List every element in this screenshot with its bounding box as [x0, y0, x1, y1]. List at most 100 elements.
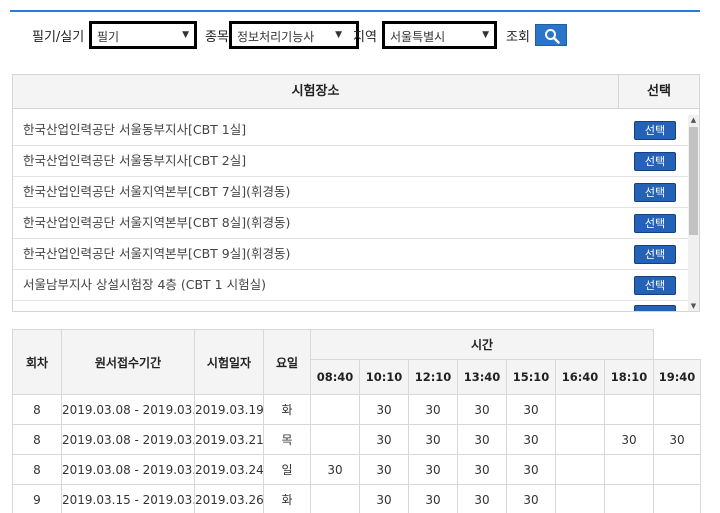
select-place-button[interactable]: 선택	[634, 152, 676, 171]
place-row: 서울남부지사 상설시험장 4층 (CBT 1 시험실) 선택	[13, 270, 689, 301]
exam-schedule-table: 회차 원서접수기간 시험일자 요일 시간 08:40 10:10 12:10 1…	[12, 329, 702, 513]
search-label: 조회	[506, 30, 530, 45]
place-row: 한국산업인력공단 서울동부지사[CBT 2실] 선택	[13, 146, 689, 177]
slot-cell	[310, 424, 360, 455]
search-button[interactable]	[535, 24, 567, 46]
place-row: 한국산업인력공단 서울동부지사[CBT 1실] 선택	[13, 115, 689, 146]
schedule-row: 9 2019.03.15 - 2019.03.19 2019.03.26 화 3…	[12, 484, 702, 513]
slot-cell: 30	[506, 394, 556, 425]
date-cell: 2019.03.21	[194, 424, 264, 455]
subject-select[interactable]: 정보처리기능사 ▼	[229, 21, 359, 49]
slot-cell: 30	[408, 424, 458, 455]
round-cell: 8	[12, 424, 62, 455]
select-place-button[interactable]: 선택	[634, 214, 676, 233]
col-place-header: 시험장소	[13, 75, 619, 109]
slot-cell: 30	[457, 424, 507, 455]
filter-bar: 필기/실기 필기 ▼ 종목 정보처리기능사 ▼ 지역 서울특별시 ▼ 조회	[0, 18, 720, 58]
slot-cell	[603, 394, 655, 425]
col-round-header: 회차	[12, 329, 62, 395]
scroll-down-icon[interactable]: ▼	[688, 301, 699, 311]
slot-cell	[653, 394, 702, 425]
search-icon	[545, 29, 560, 44]
slot-cell: 30	[359, 394, 409, 425]
slot-cell: 30	[457, 484, 507, 513]
slot-cell: 30	[506, 424, 556, 455]
place-name: 한국산업인력공단 서울지역본부[CBT 7실](휘경동)	[23, 184, 291, 199]
header-blank-cell	[653, 329, 702, 360]
round-cell: 8	[12, 394, 62, 425]
slot-cell	[653, 454, 702, 485]
place-list-scrollbar[interactable]: ▲ ▼	[688, 115, 699, 311]
col-select-header: 선택	[647, 84, 671, 99]
date-cell: 2019.03.26	[194, 484, 264, 513]
slot-cell: 30	[310, 454, 360, 485]
type-label: 필기/실기	[32, 30, 85, 45]
select-place-button[interactable]	[634, 305, 676, 311]
time-slot-header: 10:10	[359, 359, 409, 395]
type-select[interactable]: 필기 ▼	[89, 21, 197, 49]
period-cell: 2019.03.08 - 2019.03.11	[61, 424, 195, 455]
col-time-header: 시간	[309, 329, 655, 360]
place-name: 서울남부지사 상설시험장 4층 (CBT 1 시험실)	[23, 277, 266, 292]
schedule-row: 8 2019.03.08 - 2019.03.11 2019.03.19 화 3…	[12, 394, 702, 425]
time-slot-header: 12:10	[408, 359, 458, 395]
slot-cell: 30	[359, 454, 409, 485]
place-name: 한국산업인력공단 서울동부지사[CBT 1실]	[23, 122, 247, 137]
type-select-value: 필기	[97, 30, 120, 44]
slot-cell: 30	[408, 484, 458, 513]
exam-place-table: 시험장소 선택 한국산업인력공단 서울동부지사[CBT 1실] 선택 한국산업인…	[12, 74, 700, 312]
time-slot-header: 08:40	[310, 359, 360, 395]
slot-cell	[310, 484, 360, 513]
round-cell: 8	[12, 454, 62, 485]
slot-cell: 30	[359, 484, 409, 513]
region-select-value: 서울특별시	[390, 30, 446, 44]
place-name: 한국산업인력공단 서울지역본부[CBT 8실](휘경동)	[23, 215, 291, 230]
slot-cell: 30	[653, 424, 702, 455]
chevron-down-icon: ▼	[482, 30, 489, 40]
select-place-button[interactable]: 선택	[634, 183, 676, 202]
select-place-button[interactable]: 선택	[634, 276, 676, 295]
slot-cell	[555, 454, 605, 485]
round-cell: 9	[12, 484, 62, 513]
slot-cell	[555, 424, 605, 455]
date-cell: 2019.03.24	[194, 454, 264, 485]
place-row	[13, 301, 689, 311]
slot-cell: 30	[359, 424, 409, 455]
schedule-row: 8 2019.03.08 - 2019.03.11 2019.03.21 목 3…	[12, 424, 702, 455]
select-place-button[interactable]: 선택	[634, 121, 676, 140]
place-name: 한국산업인력공단 서울동부지사[CBT 2실]	[23, 153, 247, 168]
period-cell: 2019.03.08 - 2019.03.11	[61, 394, 195, 425]
place-row: 한국산업인력공단 서울지역본부[CBT 9실](휘경동) 선택	[13, 239, 689, 270]
time-slot-header: 18:10	[603, 359, 655, 395]
chevron-down-icon: ▼	[182, 30, 189, 40]
col-period-header: 원서접수기간	[61, 329, 195, 395]
time-slot-header: 13:40	[457, 359, 507, 395]
region-label: 지역	[353, 30, 377, 45]
region-select[interactable]: 서울특별시 ▼	[382, 21, 497, 49]
select-place-button[interactable]: 선택	[634, 245, 676, 264]
slot-cell: 30	[506, 484, 556, 513]
slot-cell	[603, 484, 655, 513]
slot-cell	[555, 394, 605, 425]
scroll-thumb[interactable]	[689, 127, 698, 235]
slot-cell	[310, 394, 360, 425]
col-date-header: 시험일자	[194, 329, 264, 395]
place-name: 한국산업인력공단 서울지역본부[CBT 9실](휘경동)	[23, 246, 291, 261]
subject-select-value: 정보처리기능사	[237, 30, 315, 44]
schedule-row: 8 2019.03.08 - 2019.03.11 2019.03.24 일 3…	[12, 454, 702, 485]
slot-cell	[555, 484, 605, 513]
scroll-up-icon[interactable]: ▲	[688, 115, 699, 125]
col-day-header: 요일	[263, 329, 311, 395]
date-cell: 2019.03.19	[194, 394, 264, 425]
period-cell: 2019.03.08 - 2019.03.11	[61, 454, 195, 485]
day-cell: 화	[263, 394, 311, 425]
slot-cell	[653, 484, 702, 513]
place-row: 한국산업인력공단 서울지역본부[CBT 7실](휘경동) 선택	[13, 177, 689, 208]
place-row: 한국산업인력공단 서울지역본부[CBT 8실](휘경동) 선택	[13, 208, 689, 239]
slot-cell	[603, 454, 655, 485]
day-cell: 일	[263, 454, 311, 485]
slot-cell: 30	[408, 394, 458, 425]
slot-cell: 30	[603, 424, 655, 455]
chevron-down-icon: ▼	[335, 30, 342, 40]
day-cell: 목	[263, 424, 311, 455]
